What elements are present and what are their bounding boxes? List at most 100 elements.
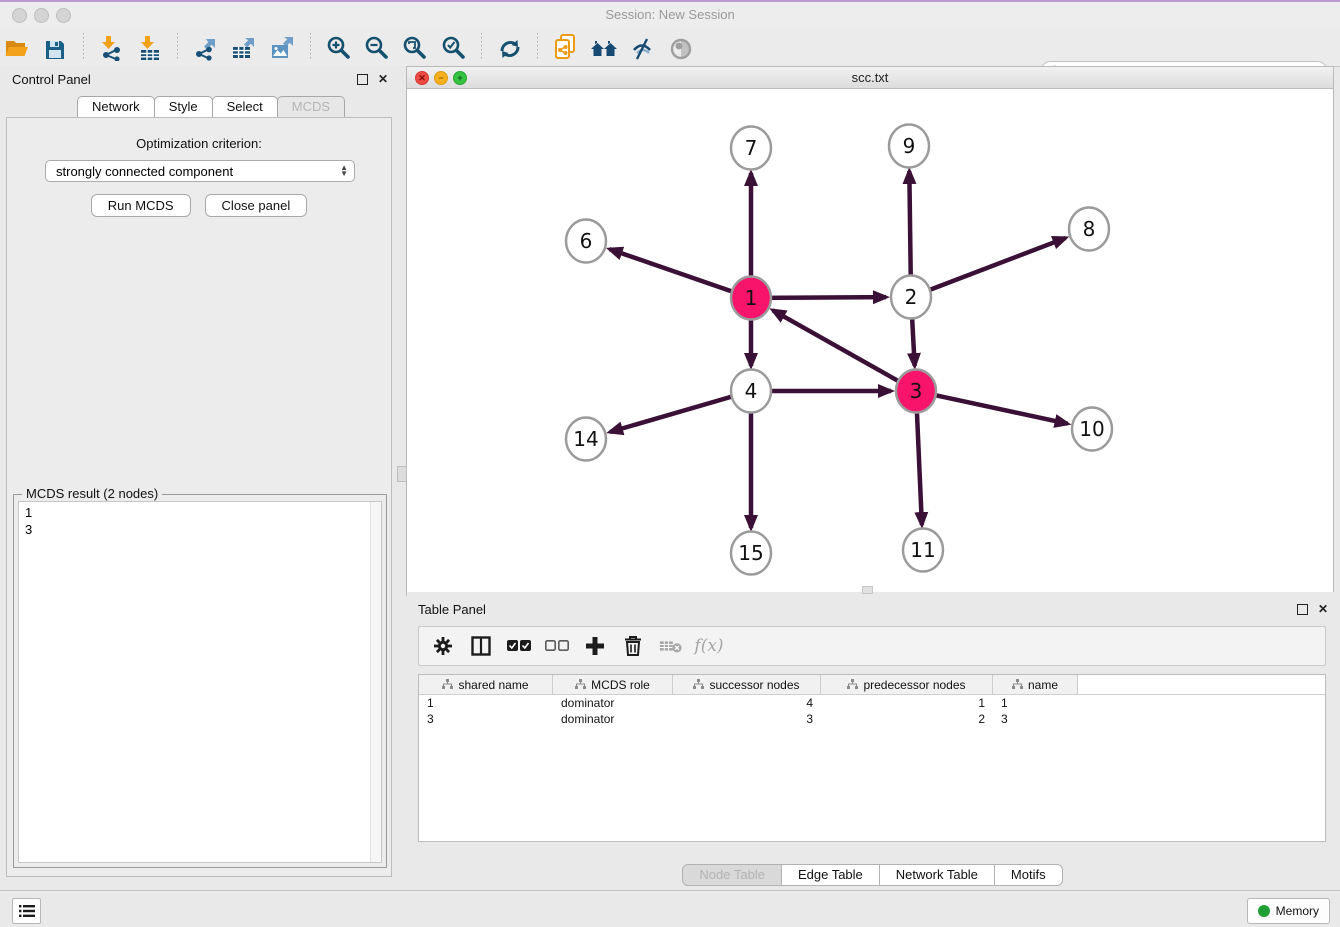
table-options-icon[interactable] [431,634,455,658]
hide-graphics-icon[interactable] [626,33,660,65]
network-canvas[interactable]: 1 2 3 4 6 7 8 9 10 11 14 15 [407,89,1333,592]
tab-style[interactable]: Style [154,96,213,117]
column-header-shared-name[interactable]: shared name [419,675,553,694]
node-table[interactable]: shared nameMCDS rolesuccessor nodesprede… [418,674,1326,842]
table-cell[interactable]: dominator [553,712,673,726]
table-cell[interactable]: 1 [993,696,1078,710]
graph-node-14[interactable]: 14 [566,418,606,461]
graph-node-3[interactable]: 3 [896,370,936,413]
network-window-titlebar: scc.txt ✕ − + [407,67,1333,89]
scrollbar-track[interactable] [370,502,381,862]
edge-3-11[interactable] [917,403,922,525]
tab-mcds[interactable]: MCDS [277,96,345,117]
export-table-icon[interactable] [227,32,261,64]
optimization-select-value: strongly connected component [56,164,233,179]
export-image-icon[interactable] [266,32,300,64]
apply-layout-icon[interactable] [493,33,527,65]
mcds-button-row: Run MCDS Close panel [7,194,391,217]
close-table-panel-icon[interactable]: ✕ [1318,602,1328,616]
edge-3-10[interactable] [928,394,1068,424]
import-network-icon[interactable] [94,32,128,64]
close-window-icon[interactable] [12,8,27,23]
graph-node-11[interactable]: 11 [903,529,943,572]
show-column-panel-icon[interactable] [469,634,493,658]
home-icon[interactable] [587,33,621,65]
table-cell[interactable]: 3 [419,712,553,726]
add-column-icon[interactable] [583,634,607,658]
close-panel-button[interactable]: Close panel [205,194,308,217]
svg-text:6: 6 [580,229,593,253]
svg-text:10: 10 [1079,417,1104,441]
table-cell[interactable]: 1 [419,696,553,710]
import-table-icon[interactable] [133,32,167,64]
run-mcds-button[interactable]: Run MCDS [91,194,191,217]
table-row[interactable]: 3dominator323 [419,711,1325,727]
graph-node-9[interactable]: 9 [889,125,929,168]
tab-node-table[interactable]: Node Table [682,864,782,886]
select-all-icon[interactable] [507,634,531,658]
tab-network[interactable]: Network [77,96,155,117]
edge-3-1[interactable] [773,310,906,385]
svg-text:9: 9 [903,134,916,158]
maximize-window-icon[interactable] [56,8,71,23]
table-cell[interactable]: 4 [673,696,821,710]
delete-column-icon[interactable] [621,634,645,658]
table-cell[interactable]: 3 [673,712,821,726]
edge-1-2[interactable] [763,297,886,298]
svg-text:2: 2 [905,285,918,309]
column-header-successor-nodes[interactable]: successor nodes [673,675,821,694]
memory-button[interactable]: Memory [1247,898,1330,924]
column-tree-icon [693,679,704,690]
tab-network-table[interactable]: Network Table [879,864,995,886]
clone-network-icon[interactable] [549,31,583,63]
graph-node-6[interactable]: 6 [566,220,606,263]
list-icon [19,904,35,918]
graph-node-15[interactable]: 15 [731,532,771,575]
main-toolbar [0,28,1340,67]
toolbar-separator [177,33,178,61]
column-header-name[interactable]: name [993,675,1078,694]
graph-node-1[interactable]: 1 [731,277,771,320]
mcds-result-area[interactable]: 1 3 [18,501,382,863]
memory-label: Memory [1276,904,1319,918]
graph-node-10[interactable]: 10 [1072,408,1112,451]
graph-node-2[interactable]: 2 [891,276,931,319]
edge-1-6[interactable] [610,249,740,294]
control-panel-tabs: NetworkStyleSelectMCDS [77,96,344,117]
graph-svg[interactable]: 1 2 3 4 6 7 8 9 10 11 14 15 [407,89,1333,592]
minimize-window-icon[interactable] [34,8,49,23]
table-row[interactable]: 1dominator411 [419,695,1325,711]
edge-4-14[interactable] [610,394,739,432]
edge-2-8[interactable] [922,238,1065,293]
graph-node-4[interactable]: 4 [731,370,771,413]
table-cell[interactable]: 2 [821,712,993,726]
float-table-panel-icon[interactable] [1297,604,1308,615]
column-tree-icon [847,679,858,690]
close-panel-icon[interactable]: ✕ [378,72,388,86]
column-header-predecessor-nodes[interactable]: predecessor nodes [821,675,993,694]
horizontal-splitter-handle[interactable] [862,586,873,594]
save-session-icon[interactable] [38,34,72,66]
zoom-selected-icon[interactable] [437,32,471,64]
table-cell[interactable]: 3 [993,712,1078,726]
table-cell[interactable]: 1 [821,696,993,710]
zoom-in-icon[interactable] [322,32,356,64]
zoom-out-icon[interactable] [360,32,394,64]
function-builder-icon: f(x) [697,634,721,658]
tab-edge-table[interactable]: Edge Table [781,864,880,886]
open-session-icon[interactable] [0,33,34,65]
float-panel-icon[interactable] [357,74,368,85]
column-header-MCDS-role[interactable]: MCDS role [553,675,673,694]
unselect-all-icon[interactable] [545,634,569,658]
zoom-fit-icon[interactable] [398,32,432,64]
graph-node-8[interactable]: 8 [1069,208,1109,251]
tab-select[interactable]: Select [212,96,278,117]
task-history-button[interactable] [12,898,41,924]
table-cell[interactable]: dominator [553,696,673,710]
graph-node-7[interactable]: 7 [731,127,771,170]
optimization-select[interactable]: strongly connected component ▲▼ [45,160,355,182]
traffic-lights[interactable] [12,8,78,28]
export-network-icon[interactable] [189,32,223,64]
edge-2-9[interactable] [909,171,911,285]
tab-motifs[interactable]: Motifs [994,864,1063,886]
